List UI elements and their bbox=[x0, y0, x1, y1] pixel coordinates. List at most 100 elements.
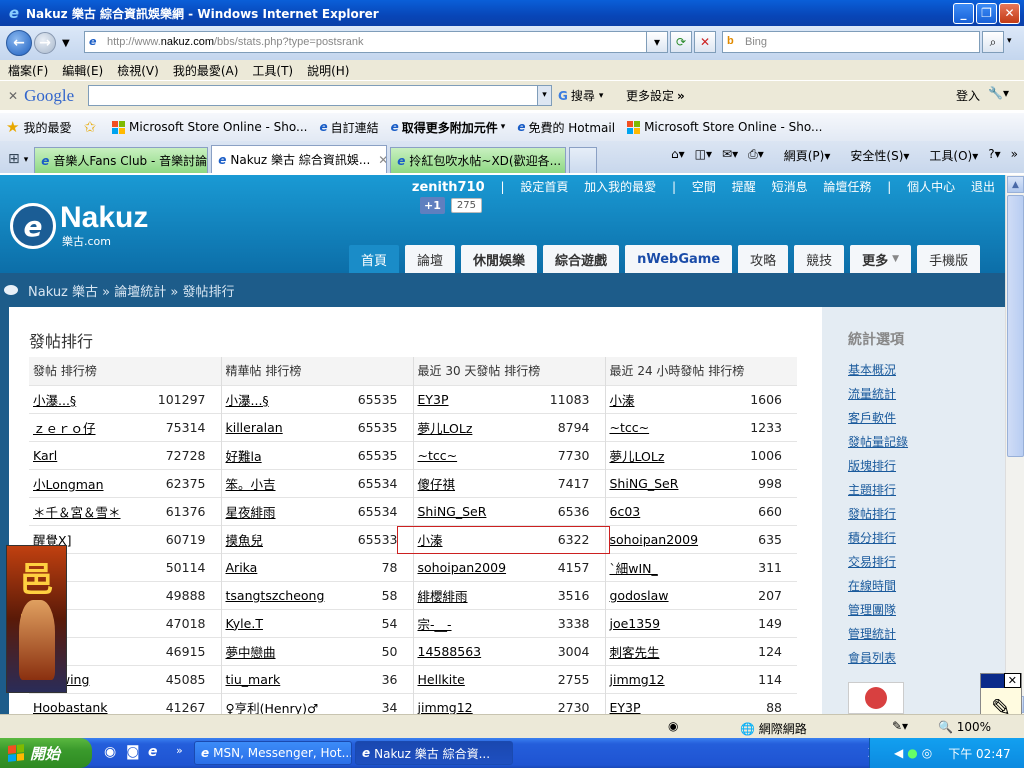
nav-forum[interactable]: 論壇 bbox=[405, 245, 456, 273]
fav-item-hotmail[interactable]: e 免費的 Hotmail bbox=[517, 119, 615, 136]
user-link[interactable]: 小溱 bbox=[604, 384, 727, 413]
user-link[interactable]: `細wIN_ bbox=[604, 552, 727, 581]
plusone-button[interactable]: +1 bbox=[420, 197, 445, 214]
tab-close-icon[interactable]: ✕ bbox=[378, 153, 386, 167]
taskbar-item-msn[interactable]: e MSN, Messenger, Hot... bbox=[194, 741, 352, 765]
user-link[interactable]: tiu_mark bbox=[220, 664, 343, 693]
user-link[interactable]: 小瀑...§ bbox=[220, 384, 343, 413]
address-dropdown-icon[interactable]: ▾ bbox=[646, 31, 668, 53]
tray-arrow-icon[interactable]: ◀ bbox=[894, 746, 903, 760]
user-link[interactable]: Hoobastank bbox=[29, 692, 151, 714]
google-search-button[interactable]: G 搜尋 ▾ bbox=[558, 87, 603, 104]
user-link[interactable]: 6c03 bbox=[604, 496, 727, 525]
close-toolbar-icon[interactable]: ✕ bbox=[8, 89, 18, 103]
menu-file[interactable]: 檔案(F) bbox=[8, 62, 48, 79]
google-search-input[interactable]: ▾ bbox=[88, 85, 552, 106]
history-dropdown-icon[interactable]: ▼ bbox=[62, 38, 70, 49]
home-icon[interactable]: ⌂▾ bbox=[671, 147, 685, 164]
tab-nakuz[interactable]: e Nakuz 樂古 綜合資訊娛... ✕ bbox=[211, 145, 388, 173]
user-link[interactable]: 14588563 bbox=[412, 636, 535, 665]
user-link[interactable]: jimmg12 bbox=[604, 664, 727, 693]
mail-icon[interactable]: ✉▾ bbox=[722, 147, 738, 164]
sidebar-link[interactable]: 會員列表 bbox=[848, 649, 908, 673]
page-menu[interactable]: 網頁(P)▾ bbox=[774, 147, 831, 164]
nav-home[interactable]: 首頁 bbox=[349, 245, 400, 273]
more-chevron-icon[interactable]: » bbox=[1011, 147, 1018, 164]
user-link[interactable]: ＊千＆宮＆雪＊ bbox=[29, 496, 151, 525]
tab-music-fans[interactable]: e 音樂人Fans Club - 音樂討論... bbox=[34, 147, 209, 173]
user-link[interactable]: 夢儿LOLz bbox=[604, 440, 727, 469]
favorites-button[interactable]: ★ 我的最愛 bbox=[6, 118, 71, 136]
sidebar-link[interactable]: 發帖量記錄 bbox=[848, 433, 908, 457]
stop-icon[interactable]: ✕ bbox=[694, 31, 716, 53]
forum-tasks-link[interactable]: 論壇任務 bbox=[823, 180, 871, 194]
menu-tools[interactable]: 工具(T) bbox=[252, 62, 293, 79]
ie-quicklaunch-icon[interactable]: e bbox=[148, 744, 158, 760]
search-input[interactable]: b Bing bbox=[722, 31, 980, 53]
print-icon[interactable]: ⎙▾ bbox=[748, 147, 764, 164]
nav-guides[interactable]: 攻略 bbox=[738, 245, 789, 273]
nav-games[interactable]: 綜合遊戲 bbox=[543, 245, 620, 273]
user-link[interactable]: sohoipan2009 bbox=[412, 552, 535, 581]
nav-leisure[interactable]: 休閒娛樂 bbox=[461, 245, 538, 273]
zoom-control[interactable]: 🔍 100% bbox=[938, 720, 991, 734]
security-icon[interactable]: ◉ bbox=[668, 719, 678, 733]
search-options-icon[interactable]: ▾ bbox=[1007, 36, 1012, 46]
nav-mobile[interactable]: 手機版 bbox=[917, 245, 981, 273]
new-tab-button[interactable] bbox=[569, 147, 598, 173]
user-link[interactable]: tsangtszcheong bbox=[220, 580, 343, 609]
user-link[interactable]: 好難la bbox=[220, 440, 343, 469]
app-icon[interactable]: ◙ bbox=[126, 744, 140, 760]
sidebar-link[interactable]: 管理統計 bbox=[848, 625, 908, 649]
user-link[interactable]: ~tcc~ bbox=[604, 412, 727, 441]
help-icon[interactable]: ?▾ bbox=[988, 147, 1000, 164]
protected-mode-icon[interactable]: ✎▾ bbox=[892, 719, 908, 733]
tools-menu[interactable]: 工具(O)▾ bbox=[919, 147, 978, 164]
refresh-icon[interactable]: ⟳ bbox=[670, 31, 692, 53]
set-homepage-link[interactable]: 設定首頁 bbox=[520, 180, 568, 194]
user-link[interactable]: ♀亨利(Henry)♂ bbox=[220, 692, 343, 714]
user-link[interactable]: ~tcc~ bbox=[412, 440, 535, 469]
user-link[interactable]: Hellkite bbox=[412, 664, 535, 693]
user-link[interactable]: 小Longman bbox=[29, 468, 151, 497]
breadcrumb-text[interactable]: Nakuz 樂古 » 論壇統計 » 發帖排行 bbox=[28, 281, 234, 300]
quick-tabs-icon[interactable]: ⊞ bbox=[8, 151, 20, 167]
fav-item-custom-links[interactable]: e 自訂連結 bbox=[319, 119, 378, 136]
nav-esports[interactable]: 競技 bbox=[794, 245, 845, 273]
login-link[interactable]: 登入 bbox=[956, 87, 980, 104]
search-go-icon[interactable]: ⌕ bbox=[982, 31, 1004, 53]
fav-item-ms-store-1[interactable]: Microsoft Store Online - Sho... bbox=[112, 120, 307, 134]
google-dropdown-icon[interactable]: ▾ bbox=[537, 86, 551, 105]
user-link[interactable]: godoslaw bbox=[604, 580, 727, 609]
safety-menu[interactable]: 安全性(S)▾ bbox=[840, 147, 909, 164]
taskbar-item-nakuz[interactable]: e Nakuz 樂古 綜合資... bbox=[355, 741, 513, 765]
user-link[interactable]: ｚｅｒｏ仔 bbox=[29, 412, 151, 441]
menu-view[interactable]: 檢視(V) bbox=[117, 62, 159, 79]
floating-ad[interactable]: 邑商 bbox=[6, 545, 67, 693]
quicklaunch-more-icon[interactable]: » bbox=[176, 744, 183, 757]
menu-edit[interactable]: 編輯(E) bbox=[62, 62, 103, 79]
sidebar-link[interactable]: 版塊排行 bbox=[848, 457, 908, 481]
user-link[interactable]: Karl bbox=[29, 440, 151, 469]
user-link[interactable]: 傻仔祺 bbox=[412, 468, 535, 497]
user-link[interactable]: 夢中戀曲 bbox=[220, 636, 343, 665]
sidebar-badge-icon[interactable] bbox=[848, 682, 904, 714]
sidebar-link[interactable]: 管理團隊 bbox=[848, 601, 908, 625]
space-link[interactable]: 空間 bbox=[692, 180, 716, 194]
user-link[interactable]: Kyle.T bbox=[220, 608, 343, 637]
sidebar-link[interactable]: 客戶軟件 bbox=[848, 409, 908, 433]
restore-button[interactable]: ❐ bbox=[976, 2, 997, 24]
forward-button[interactable]: → bbox=[34, 32, 56, 54]
tray-status-icon[interactable]: ● bbox=[907, 746, 917, 760]
minimize-button[interactable]: _ bbox=[953, 2, 974, 24]
vertical-scrollbar[interactable]: ▲ ▼ bbox=[1005, 175, 1024, 714]
nav-more[interactable]: 更多 ▼ bbox=[850, 245, 912, 273]
sidebar-link[interactable]: 積分排行 bbox=[848, 529, 908, 553]
user-link[interactable]: 緋櫻緋雨 bbox=[412, 580, 535, 609]
fav-item-ms-store-2[interactable]: Microsoft Store Online - Sho... bbox=[627, 120, 822, 134]
wrench-icon[interactable]: 🔧▾ bbox=[988, 86, 1009, 100]
user-link[interactable]: jimmg12 bbox=[412, 692, 535, 714]
popup-close-icon[interactable]: ✕ bbox=[1003, 673, 1021, 688]
user-link[interactable]: Arika bbox=[220, 552, 343, 581]
more-settings-button[interactable]: 更多設定 » bbox=[626, 87, 685, 104]
